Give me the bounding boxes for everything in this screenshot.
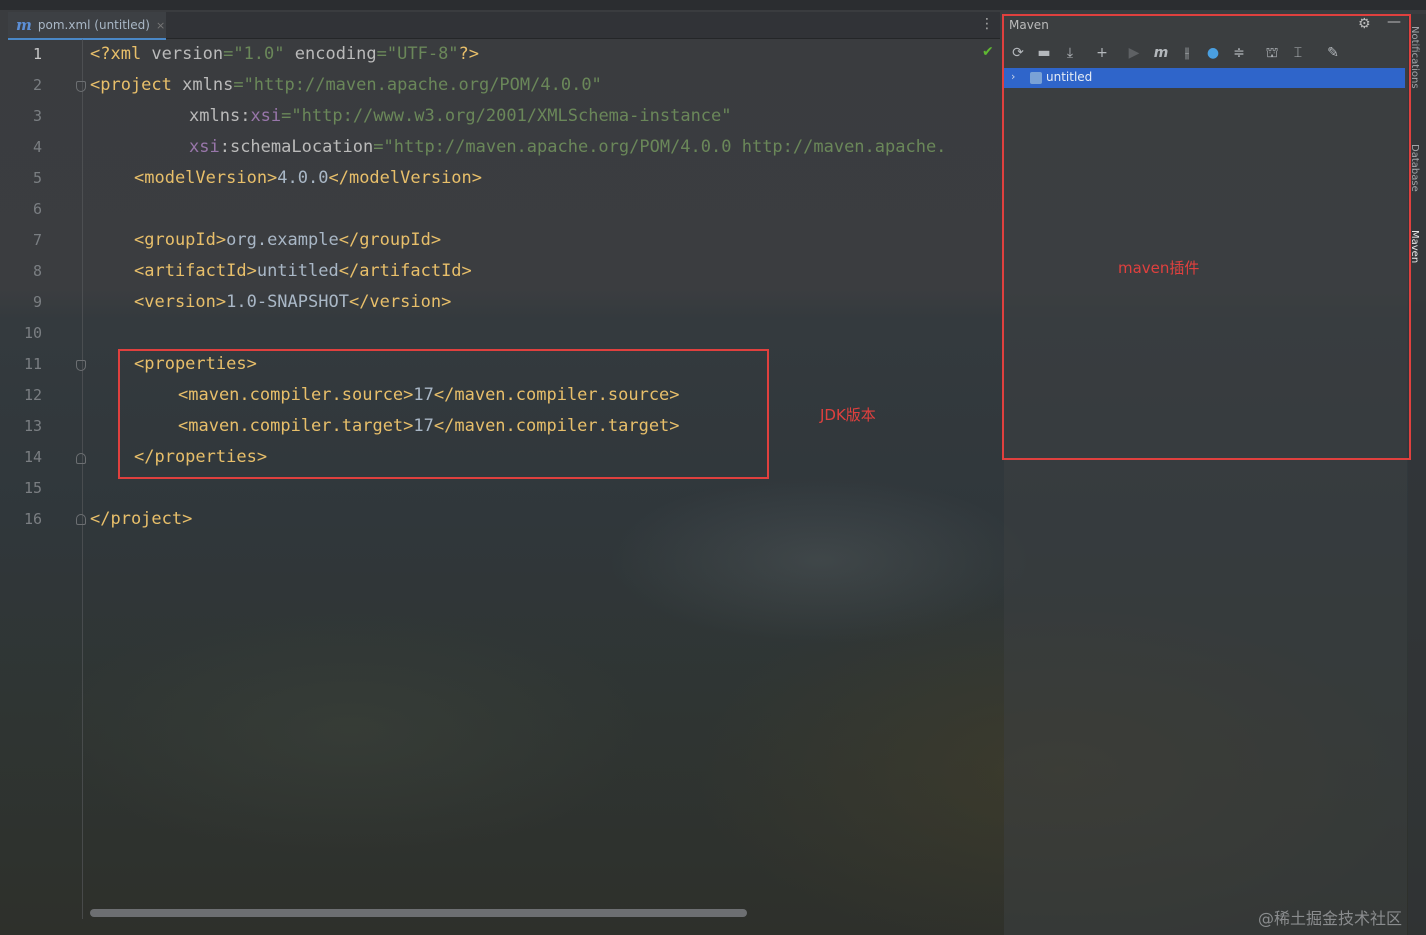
title-bar-fragment — [0, 0, 1426, 10]
line-number: 7 — [32, 231, 42, 249]
jdk-annotation-label: JDK版本 — [820, 406, 876, 424]
fold-marker-icon[interactable] — [76, 514, 86, 525]
line-number: 1 — [32, 45, 42, 63]
code-line: xsi:schemaLocation="http://maven.apache.… — [189, 137, 947, 157]
line-number: 3 — [32, 107, 42, 125]
code-line: xmlns:xsi="http://www.w3.org/2001/XMLSch… — [189, 106, 732, 126]
gutter-divider — [82, 39, 83, 919]
code-line: <artifactId>untitled</artifactId> — [134, 261, 472, 281]
line-number: 13 — [23, 417, 42, 435]
fold-marker-icon[interactable] — [76, 81, 86, 92]
maven-file-icon: m — [16, 16, 32, 34]
line-number: 5 — [32, 169, 42, 187]
line-number: 2 — [32, 76, 42, 94]
line-number: 10 — [23, 324, 42, 342]
watermark: @稀土掘金技术社区 — [1258, 909, 1403, 928]
line-number: 11 — [23, 355, 42, 373]
tab-pom-xml[interactable]: m pom.xml (untitled) × — [8, 12, 166, 40]
tab-label: pom.xml (untitled) — [37, 18, 150, 32]
editor-tab-bar: m pom.xml (untitled) × ⋮ — [8, 12, 1000, 40]
code-line: <groupId>org.example</groupId> — [134, 230, 442, 250]
code-line: <version>1.0-SNAPSHOT</version> — [134, 292, 452, 312]
code-line: </project> — [90, 509, 193, 529]
line-number: 9 — [32, 293, 42, 311]
fold-marker-icon[interactable] — [76, 453, 86, 464]
line-number: 4 — [32, 138, 42, 156]
code-line: <project xmlns="http://maven.apache.org/… — [90, 75, 602, 95]
inspection-ok-check-icon[interactable]: ✔ — [982, 44, 994, 60]
maven-annotation-box — [1002, 14, 1411, 460]
line-number: 8 — [32, 262, 42, 280]
jdk-annotation-box — [118, 349, 769, 479]
line-number: 12 — [23, 386, 42, 404]
line-number: 15 — [23, 479, 42, 497]
code-line: <modelVersion>4.0.0</modelVersion> — [134, 168, 483, 188]
line-number: 14 — [23, 448, 42, 466]
more-vertical-icon[interactable]: ⋮ — [980, 16, 994, 32]
line-number: 16 — [23, 510, 42, 528]
close-icon[interactable]: × — [156, 19, 165, 32]
maven-annotation-label: maven插件 — [1118, 259, 1200, 277]
fold-marker-icon[interactable] — [76, 360, 86, 371]
line-number-gutter: 1 2 3 4 5 6 7 8 9 10 11 12 13 14 15 16 — [8, 39, 82, 919]
code-line: <?xml version="1.0" encoding="UTF-8"?> — [90, 44, 480, 64]
line-number: 6 — [32, 200, 42, 218]
horizontal-scrollbar[interactable] — [90, 909, 747, 917]
